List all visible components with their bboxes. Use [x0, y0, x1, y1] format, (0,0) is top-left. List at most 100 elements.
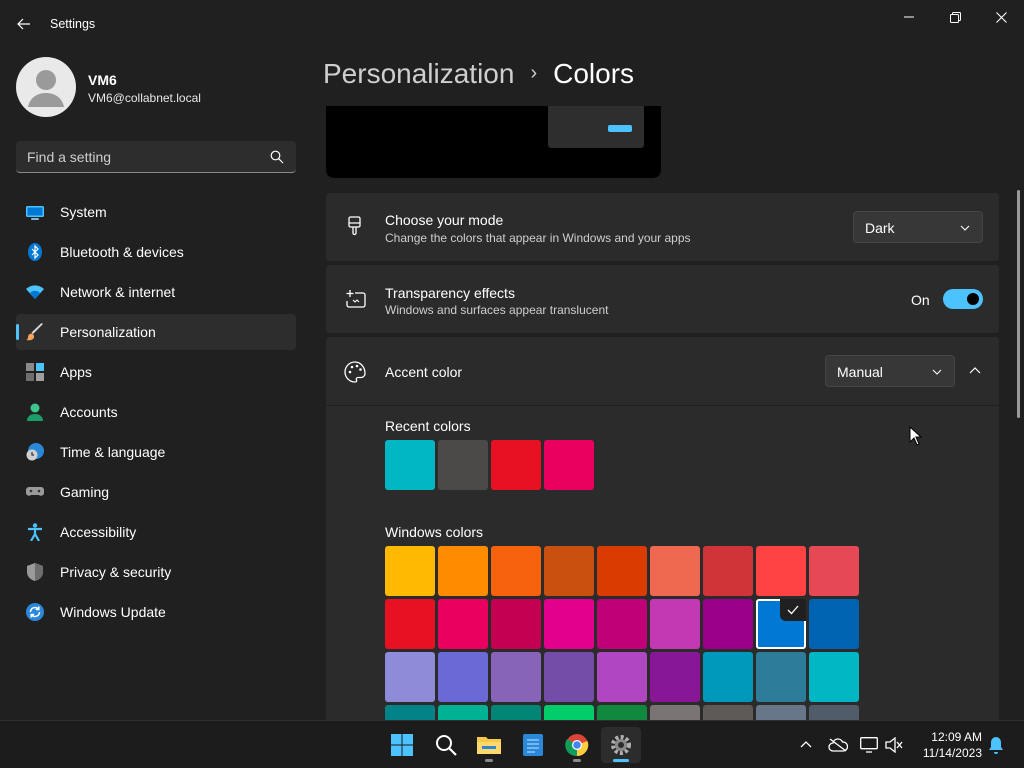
taskbar-clock[interactable]: 12:09 AM 11/14/2023 [908, 729, 982, 761]
sidebar-item-system[interactable]: System [16, 194, 296, 230]
accounts-icon [27, 403, 43, 421]
notifications-button[interactable] [986, 735, 1006, 755]
taskbar-chrome[interactable] [557, 727, 597, 763]
color-swatch[interactable] [703, 705, 753, 720]
update-icon [26, 603, 44, 621]
sidebar-item-privacy-security[interactable]: Privacy & security [16, 554, 296, 590]
onedrive-tray-button[interactable] [828, 735, 848, 755]
content-scrollbar[interactable] [1017, 190, 1020, 418]
brush-icon [26, 323, 43, 341]
taskbar-notepad[interactable] [513, 727, 553, 763]
sidebar-item-label: Time & language [60, 444, 166, 460]
close-button[interactable] [978, 0, 1024, 34]
recent-colors-row [385, 440, 594, 490]
color-swatch[interactable] [544, 652, 594, 702]
sidebar-item-personalization[interactable]: Personalization [16, 314, 296, 350]
settings-search[interactable] [16, 141, 296, 173]
color-swatch[interactable] [597, 546, 647, 596]
color-swatch[interactable] [756, 705, 806, 720]
color-swatch[interactable] [491, 440, 541, 490]
color-swatch[interactable] [756, 652, 806, 702]
color-swatch[interactable] [544, 705, 594, 720]
restore-icon [949, 11, 961, 23]
accent-card: Accent color Manual [326, 337, 999, 405]
color-swatch[interactable] [491, 705, 541, 720]
collapse-button[interactable] [959, 355, 991, 387]
notepad-icon [523, 734, 543, 756]
color-swatch[interactable] [703, 599, 753, 649]
sidebar-item-label: System [60, 204, 107, 220]
color-swatch[interactable] [650, 546, 700, 596]
volume-tray-button[interactable] [884, 735, 904, 755]
display-tray-button[interactable] [859, 735, 879, 755]
color-swatch[interactable] [650, 599, 700, 649]
color-swatch[interactable] [544, 546, 594, 596]
color-swatch[interactable] [597, 705, 647, 720]
taskbar-settings[interactable] [601, 727, 641, 763]
chevron-down-icon [960, 225, 970, 231]
color-swatch[interactable] [597, 599, 647, 649]
shield-icon [27, 563, 43, 581]
color-swatch[interactable] [544, 440, 594, 490]
windows-colors-row [385, 652, 859, 702]
taskbar-file-explorer[interactable] [469, 727, 509, 763]
taskbar-search-button[interactable] [426, 727, 466, 763]
sidebar-item-accounts[interactable]: Accounts [16, 394, 296, 430]
running-indicator [573, 759, 581, 762]
color-swatch[interactable] [385, 440, 435, 490]
color-swatch[interactable] [438, 652, 488, 702]
sidebar-item-network[interactable]: Network & internet [16, 274, 296, 310]
color-swatch[interactable] [809, 546, 859, 596]
sidebar-item-label: Network & internet [60, 284, 176, 300]
color-swatch[interactable] [385, 705, 435, 720]
color-swatch[interactable] [491, 546, 541, 596]
color-swatch[interactable] [438, 599, 488, 649]
color-swatch[interactable] [809, 652, 859, 702]
color-swatch[interactable] [650, 652, 700, 702]
color-swatch[interactable] [385, 652, 435, 702]
color-swatch[interactable] [491, 652, 541, 702]
minimize-button[interactable] [886, 0, 932, 34]
color-swatch[interactable] [385, 599, 435, 649]
restore-button[interactable] [932, 0, 978, 34]
sidebar-item-time-language[interactable]: Time & language [16, 434, 296, 470]
checkmark-icon [780, 599, 806, 621]
show-hidden-icons-button[interactable] [796, 735, 816, 755]
sidebar-item-apps[interactable]: Apps [16, 354, 296, 390]
color-swatch[interactable] [544, 599, 594, 649]
user-name: VM6 [88, 72, 117, 88]
sidebar-item-label: Accessibility [60, 524, 137, 540]
accent-dropdown[interactable]: Manual [825, 355, 955, 387]
color-swatch[interactable] [756, 599, 806, 649]
sidebar-item-bluetooth[interactable]: Bluetooth & devices [16, 234, 296, 270]
color-swatch[interactable] [438, 705, 488, 720]
color-swatch[interactable] [597, 652, 647, 702]
avatar[interactable] [16, 57, 76, 117]
mode-dropdown[interactable]: Dark [853, 211, 983, 243]
color-swatch[interactable] [650, 705, 700, 720]
sidebar-item-accessibility[interactable]: Accessibility [16, 514, 296, 550]
sidebar-item-windows-update[interactable]: Windows Update [16, 594, 296, 630]
color-swatch[interactable] [756, 546, 806, 596]
app-title: Settings [50, 17, 96, 31]
accessibility-icon [28, 523, 42, 541]
color-swatch[interactable] [809, 599, 859, 649]
color-swatch[interactable] [438, 440, 488, 490]
search-icon[interactable] [270, 150, 284, 164]
search-input[interactable] [16, 141, 266, 172]
sidebar-item-gaming[interactable]: Gaming [16, 474, 296, 510]
color-swatch[interactable] [438, 546, 488, 596]
color-swatch[interactable] [385, 546, 435, 596]
mode-title: Choose your mode [385, 212, 504, 228]
back-button[interactable] [10, 12, 38, 36]
color-swatch[interactable] [491, 599, 541, 649]
minimize-icon [904, 16, 914, 18]
start-button[interactable] [382, 727, 422, 763]
color-swatch[interactable] [809, 705, 859, 720]
windows-colors-label: Windows colors [385, 524, 484, 540]
color-swatch[interactable] [703, 546, 753, 596]
color-swatch[interactable] [703, 652, 753, 702]
breadcrumb-parent[interactable]: Personalization [323, 58, 514, 89]
mode-dropdown-value: Dark [865, 220, 895, 236]
transparency-toggle[interactable] [943, 289, 983, 309]
